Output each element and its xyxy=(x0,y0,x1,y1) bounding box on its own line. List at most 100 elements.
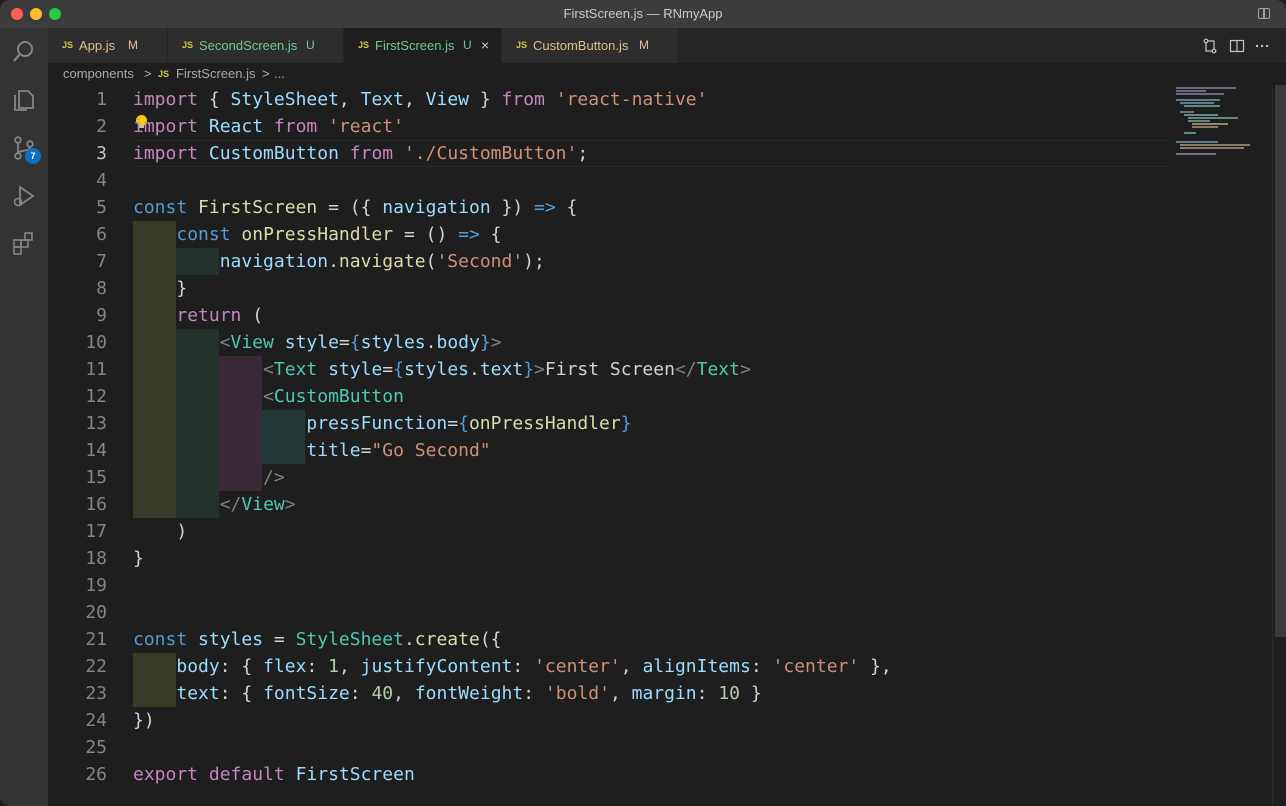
run-debug-icon[interactable] xyxy=(10,182,38,210)
code-token: ( xyxy=(241,305,264,326)
code-view[interactable]: 1 import { StyleSheet, Text, View } from … xyxy=(48,85,1168,806)
code-line[interactable]: 10 <View style={styles.body}> xyxy=(48,329,1168,356)
code-token: Text xyxy=(696,359,740,380)
code-token: . xyxy=(425,332,437,353)
breadcrumb-symbol[interactable]: ... xyxy=(274,63,285,85)
code-line[interactable]: 8 } xyxy=(48,275,1168,302)
javascript-file-icon: JS xyxy=(182,40,194,50)
tab-label: App.js xyxy=(79,38,116,53)
code-text: /> xyxy=(133,464,285,491)
tab-custom-button-js[interactable]: JS CustomButton.js M xyxy=(502,28,678,63)
code-token: from xyxy=(501,89,545,110)
editor-area[interactable]: 1 import { StyleSheet, Text, View } from … xyxy=(48,85,1286,806)
code-token: flex xyxy=(263,656,307,677)
minimap[interactable] xyxy=(1172,85,1272,806)
code-token: 'react-native' xyxy=(555,89,708,110)
breadcrumb-file[interactable]: FirstScreen.js xyxy=(176,63,255,85)
breadcrumb-separator: > xyxy=(144,66,152,81)
split-editor-icon[interactable] xyxy=(1229,38,1245,54)
tab-app-js[interactable]: JS App.js M xyxy=(48,28,168,63)
more-actions-icon[interactable] xyxy=(1254,38,1270,54)
code-line[interactable]: 22 body: { flex: 1, justifyContent: 'cen… xyxy=(48,653,1168,680)
code-token: margin xyxy=(631,683,697,704)
javascript-file-icon: JS xyxy=(62,40,74,50)
code-token: styles xyxy=(403,359,469,380)
code-token: 1 xyxy=(328,656,339,677)
code-token: = xyxy=(360,440,372,461)
code-token: . xyxy=(403,629,415,650)
code-token: => xyxy=(534,197,556,218)
code-token: > xyxy=(534,359,545,380)
line-number: 26 xyxy=(85,764,107,785)
code-line[interactable]: 24}) xyxy=(48,707,1168,734)
line-number: 1 xyxy=(96,89,107,110)
code-line[interactable]: 12 <CustomButton xyxy=(48,383,1168,410)
code-token: , xyxy=(338,89,361,110)
javascript-file-icon: JS xyxy=(158,69,170,79)
code-token: ; xyxy=(577,143,589,164)
code-text: const styles = StyleSheet.create({ xyxy=(133,626,502,653)
open-changes-icon[interactable] xyxy=(1202,38,1218,54)
code-text: title="Go Second" xyxy=(133,437,490,464)
close-tab-icon[interactable]: × xyxy=(481,28,489,63)
tab-second-screen-js[interactable]: JS SecondScreen.js U xyxy=(168,28,344,63)
code-token: from xyxy=(273,116,318,137)
code-token: from xyxy=(349,143,394,164)
code-line[interactable]: 11 <Text style={styles.text}>First Scree… xyxy=(48,356,1168,383)
code-text: text: { fontSize: 40, fontWeight: 'bold'… xyxy=(133,680,761,707)
code-line[interactable]: 3 import CustomButton from './CustomButto… xyxy=(48,140,1168,167)
code-line[interactable]: 9 return ( xyxy=(48,302,1168,329)
code-line[interactable]: 6 const onPressHandler = () => { xyxy=(48,221,1168,248)
scrollbar-thumb[interactable] xyxy=(1275,85,1286,637)
code-token: default xyxy=(208,764,285,785)
code-line[interactable]: 16 </View> xyxy=(48,491,1168,518)
code-line[interactable]: 20 xyxy=(48,599,1168,626)
toggle-layout-icon[interactable] xyxy=(1258,8,1270,19)
code-token: = xyxy=(263,629,296,650)
extensions-icon[interactable] xyxy=(10,230,38,258)
code-token: create xyxy=(414,629,480,650)
code-line[interactable]: 5 const FirstScreen = ({ navigation }) =>… xyxy=(48,194,1168,221)
minimap-line xyxy=(1192,123,1228,125)
code-token: 'center' xyxy=(772,656,860,677)
minimap-line xyxy=(1184,105,1220,107)
minimap-line xyxy=(1188,117,1238,119)
line-number: 8 xyxy=(96,278,107,299)
code-line[interactable]: 13 pressFunction={onPressHandler} xyxy=(48,410,1168,437)
code-line[interactable]: 4 xyxy=(48,167,1168,194)
code-line[interactable]: 25 xyxy=(48,734,1168,761)
code-line[interactable]: 21 const styles = StyleSheet.create({ xyxy=(48,626,1168,653)
vertical-scrollbar[interactable] xyxy=(1272,85,1286,806)
code-line[interactable]: 17 ) xyxy=(48,518,1168,545)
explorer-icon[interactable] xyxy=(10,86,38,114)
line-number: 3 xyxy=(96,143,107,164)
code-line[interactable]: 19 xyxy=(48,572,1168,599)
code-text: import React from 'react' xyxy=(133,113,404,140)
search-icon[interactable] xyxy=(10,38,38,66)
code-line[interactable]: 14 title="Go Second" xyxy=(48,437,1168,464)
code-line[interactable]: 23 text: { fontSize: 40, fontWeight: 'bo… xyxy=(48,680,1168,707)
breadcrumb-folder[interactable]: components xyxy=(63,63,134,85)
code-line[interactable]: 18} xyxy=(48,545,1168,572)
code-token: './CustomButton' xyxy=(403,143,578,164)
code-token: body xyxy=(176,656,220,677)
code-line[interactable]: 26 export default FirstScreen xyxy=(48,761,1168,788)
code-text: const onPressHandler = () => { xyxy=(133,221,501,248)
code-line[interactable]: 2 import React from 'react' xyxy=(48,113,1168,140)
code-text: </View> xyxy=(133,491,296,518)
code-token: { xyxy=(393,359,404,380)
code-line[interactable]: 7 navigation.navigate('Second'); xyxy=(48,248,1168,275)
code-token: = ({ xyxy=(317,197,383,218)
tab-first-screen-js[interactable]: JS FirstScreen.js U × xyxy=(344,28,502,63)
minimap-line xyxy=(1180,102,1214,104)
code-line[interactable]: 15 /> xyxy=(48,464,1168,491)
tab-git-status: U xyxy=(306,38,315,52)
code-line[interactable]: 1 import { StyleSheet, Text, View } from … xyxy=(48,86,1168,113)
code-token: justifyContent xyxy=(360,656,513,677)
